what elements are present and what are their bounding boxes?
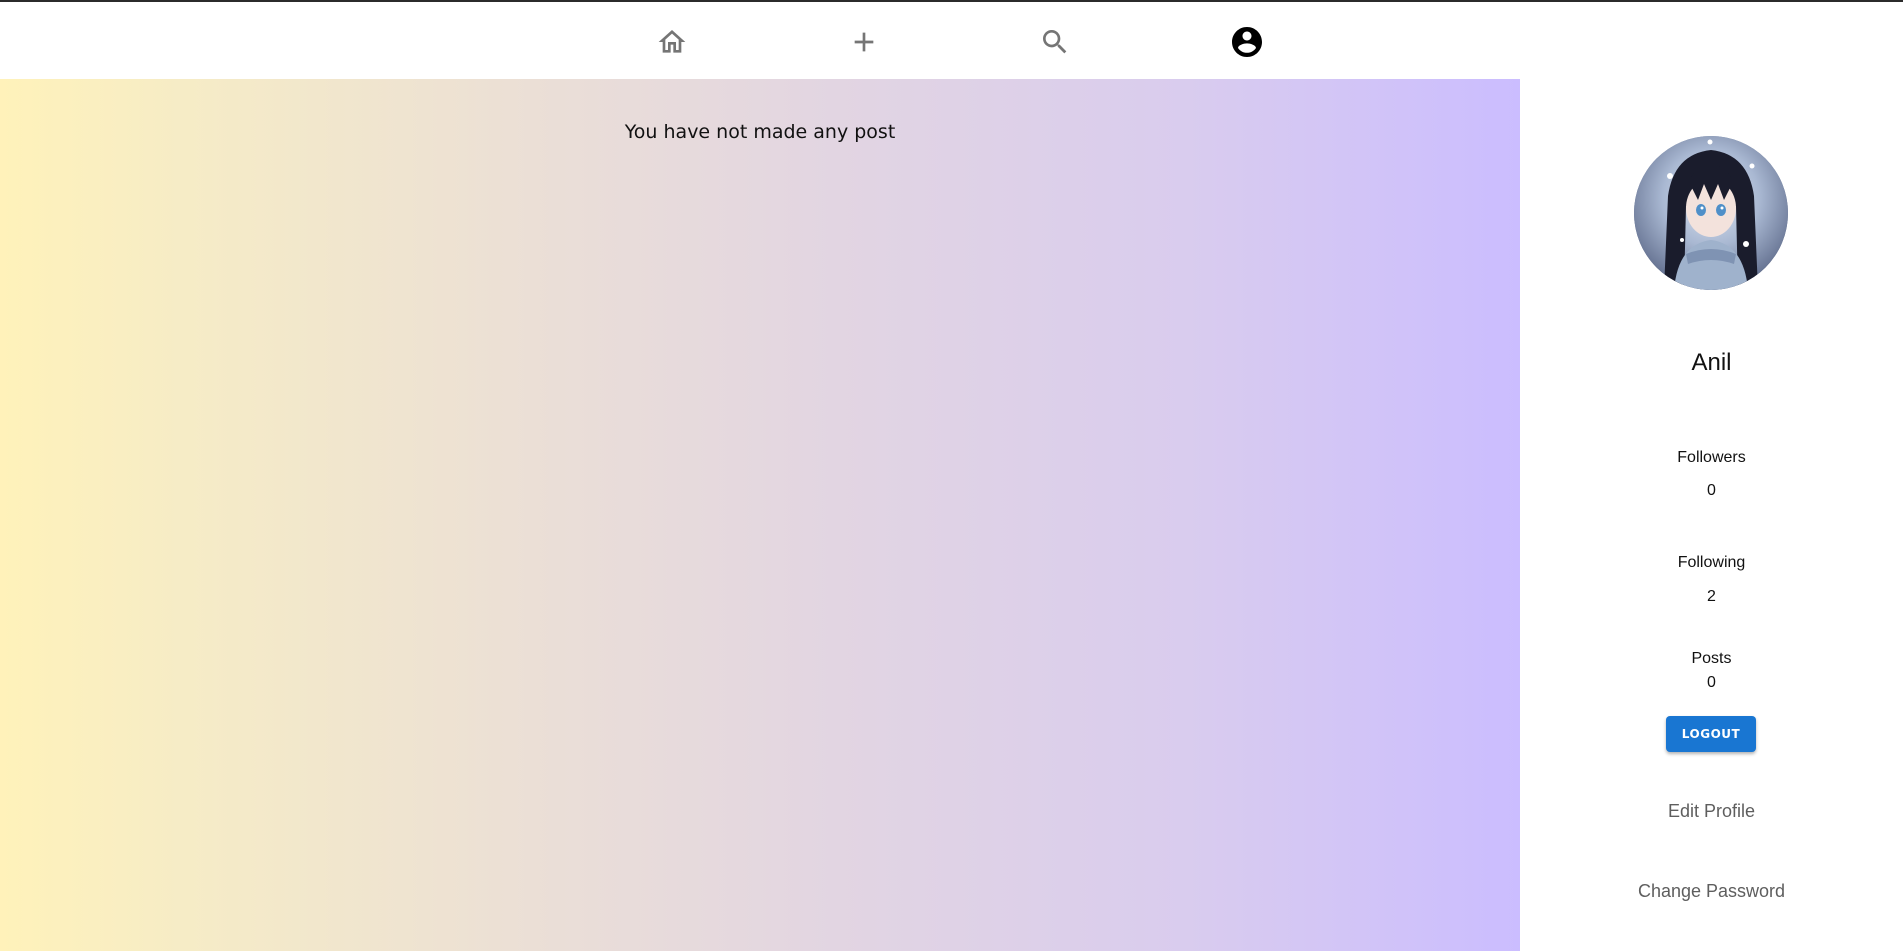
posts-area: You have not made any post [0, 79, 1520, 951]
profile-name: Anil [1691, 349, 1732, 376]
following-count: 2 [1707, 588, 1716, 605]
home-icon [658, 30, 686, 53]
followers-count: 0 [1707, 482, 1716, 499]
logout-button[interactable]: LOGOUT [1666, 716, 1756, 752]
posts-count: 0 [1707, 674, 1716, 691]
nav-profile-button[interactable] [1223, 20, 1271, 64]
search-icon [1043, 30, 1067, 54]
posts-label: Posts [1691, 650, 1732, 667]
nav-home-button[interactable] [648, 20, 696, 64]
nav-search-button[interactable] [1031, 20, 1079, 64]
edit-profile-link[interactable]: Edit Profile [1520, 801, 1903, 822]
empty-posts-message: You have not made any post [624, 121, 896, 143]
avatar-image [1634, 136, 1788, 290]
avatar[interactable] [1634, 136, 1788, 290]
change-password-link[interactable]: Change Password [1520, 881, 1903, 902]
following-label: Following [1677, 554, 1746, 571]
profile-sidebar: Anil Followers 0 Following 2 Posts 0 LOG… [1520, 79, 1903, 951]
top-nav-bar [0, 2, 1903, 79]
followers-label: Followers [1677, 449, 1746, 466]
plus-icon [854, 32, 874, 52]
account-circle-icon [1232, 27, 1262, 57]
nav-add-post-button[interactable] [840, 20, 888, 64]
